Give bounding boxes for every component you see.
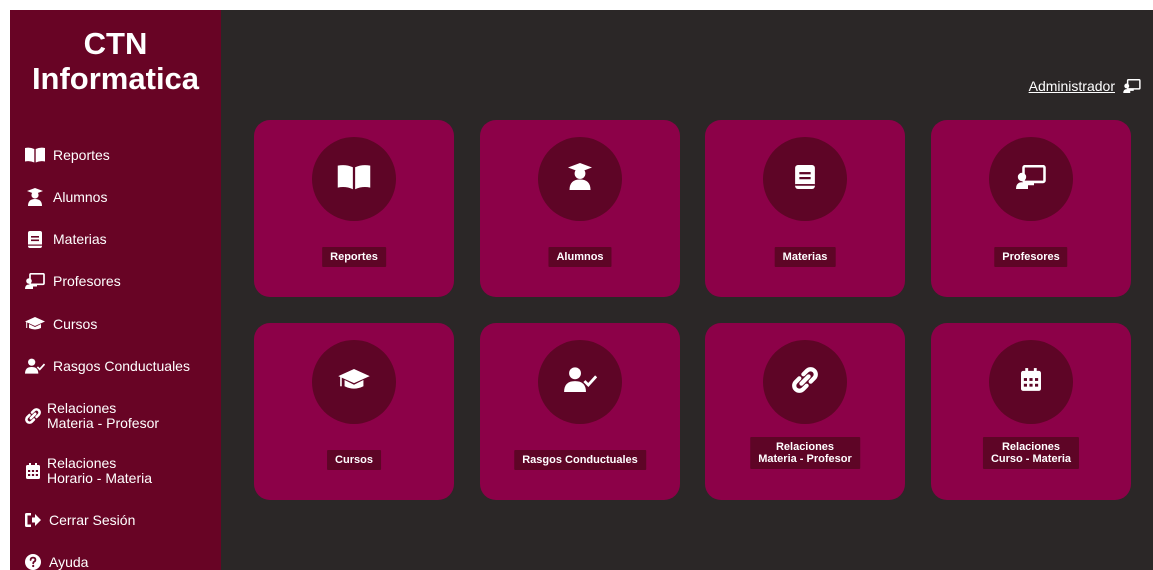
calendar-icon xyxy=(25,461,41,481)
card-alumnos[interactable]: Alumnos xyxy=(480,120,680,297)
card-icon-circle xyxy=(989,137,1073,221)
sidebar-item-label: Reportes xyxy=(53,147,110,163)
card-materias[interactable]: Materias xyxy=(705,120,905,297)
link-icon xyxy=(25,406,41,426)
card-label-line2: Materia - Profesor xyxy=(758,453,852,465)
card-icon-circle xyxy=(763,137,847,221)
card-icon-circle xyxy=(538,340,622,424)
card-label: Cursos xyxy=(327,450,381,470)
calendar-icon xyxy=(1021,368,1041,396)
sidebar-item-profesores[interactable]: Profesores xyxy=(25,271,121,291)
brand-line1: CTN xyxy=(83,26,148,61)
brand-line2: Informatica xyxy=(31,61,200,96)
sidebar-item-label: Cursos xyxy=(53,316,98,332)
card-label-line1: Relaciones xyxy=(775,441,835,453)
card-label: Alumnos xyxy=(548,247,612,267)
app-frame: CTN Informatica Reportes Alumnos Materia… xyxy=(10,10,1153,570)
card-icon-circle xyxy=(989,340,1073,424)
sidebar-item-label: Materias xyxy=(53,231,107,247)
sidebar-item-label-line2: Horario - Materia xyxy=(47,470,153,486)
card-label: Relaciones Materia - Profesor xyxy=(750,437,860,469)
card-icon-circle xyxy=(312,137,396,221)
user-check-icon xyxy=(25,356,45,376)
sidebar-item-label-line1: Relaciones xyxy=(47,455,117,471)
card-cursos[interactable]: Cursos xyxy=(254,323,454,500)
sidebar-item-rasgos-conductuales[interactable]: Rasgos Conductuales xyxy=(25,356,190,376)
card-label: Reportes xyxy=(322,247,386,267)
sidebar-item-materias[interactable]: Materias xyxy=(25,229,107,249)
sign-out-icon xyxy=(25,510,41,530)
sidebar-item-label: Profesores xyxy=(53,273,121,289)
card-label: Profesores xyxy=(994,247,1068,267)
sidebar-item-ayuda[interactable]: Ayuda xyxy=(25,552,88,570)
user-name: Administrador xyxy=(1028,78,1115,94)
link-icon xyxy=(792,366,818,398)
sidebar-item-label: Rasgos Conductuales xyxy=(53,358,190,374)
user-check-icon xyxy=(563,367,597,397)
graduation-cap-icon xyxy=(25,314,45,334)
sidebar-item-relaciones-horario-materia[interactable]: Relaciones Horario - Materia xyxy=(25,456,152,486)
sidebar-item-label: Cerrar Sesión xyxy=(49,512,136,528)
card-icon-circle xyxy=(312,340,396,424)
sidebar-item-relaciones-materia-profesor[interactable]: Relaciones Materia - Profesor xyxy=(25,401,159,431)
card-reportes[interactable]: Reportes xyxy=(254,120,454,297)
chalkboard-teacher-icon xyxy=(1123,79,1141,93)
sidebar-item-label: Alumnos xyxy=(53,189,108,205)
sidebar-item-reportes[interactable]: Reportes xyxy=(25,145,110,165)
book-open-icon xyxy=(337,164,371,195)
sidebar-item-label-line2: Materia - Profesor xyxy=(47,415,160,431)
card-icon-circle xyxy=(538,137,622,221)
card-label: Relaciones Curso - Materia xyxy=(982,437,1080,469)
book-icon xyxy=(795,164,815,194)
chalkboard-teacher-icon xyxy=(25,271,45,291)
sidebar-item-label-line1: Relaciones xyxy=(47,400,117,416)
card-relaciones-materia-profesor[interactable]: Relaciones Materia - Profesor xyxy=(705,323,905,500)
card-profesores[interactable]: Profesores xyxy=(931,120,1131,297)
sidebar-item-alumnos[interactable]: Alumnos xyxy=(25,187,107,207)
book-icon xyxy=(25,229,45,249)
card-label-line1: Relaciones xyxy=(1001,441,1061,453)
sidebar-item-cursos[interactable]: Cursos xyxy=(25,314,97,334)
question-circle-icon xyxy=(25,552,41,570)
card-icon-circle xyxy=(763,340,847,424)
card-relaciones-curso-materia[interactable]: Relaciones Curso - Materia xyxy=(931,323,1131,500)
user-menu-link[interactable]: Administrador xyxy=(1029,78,1141,94)
brand-title[interactable]: CTN Informatica xyxy=(10,26,221,96)
card-rasgos-conductuales[interactable]: Rasgos Conductuales xyxy=(480,323,680,500)
sidebar-item-cerrar-sesion[interactable]: Cerrar Sesión xyxy=(25,510,135,530)
graduation-cap-icon xyxy=(338,368,370,396)
sidebar: CTN Informatica Reportes Alumnos Materia… xyxy=(10,10,221,570)
card-label: Rasgos Conductuales xyxy=(514,450,646,470)
sidebar-item-label: Ayuda xyxy=(49,554,89,570)
chalkboard-teacher-icon xyxy=(1016,164,1046,194)
user-graduate-icon xyxy=(568,163,592,195)
card-label: Materias xyxy=(774,247,836,267)
book-open-icon xyxy=(25,145,45,165)
user-graduate-icon xyxy=(25,187,45,207)
card-label-line2: Curso - Materia xyxy=(990,453,1072,465)
